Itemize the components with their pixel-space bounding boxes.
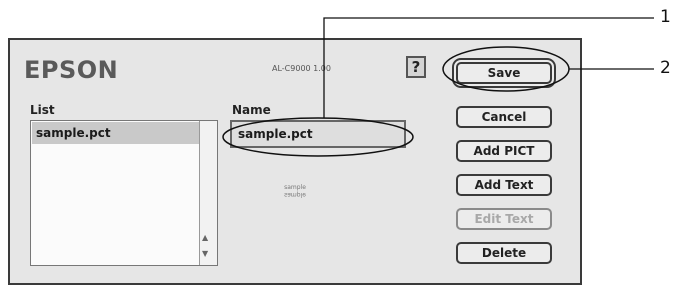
callout-lines: [222, 17, 654, 157]
callout-1-leader: [323, 17, 654, 118]
callout-1-number: 1: [660, 7, 671, 27]
callout-2-number: 2: [660, 58, 671, 78]
callout-2-highlight: [442, 46, 570, 92]
callout-1-highlight: [222, 117, 414, 157]
